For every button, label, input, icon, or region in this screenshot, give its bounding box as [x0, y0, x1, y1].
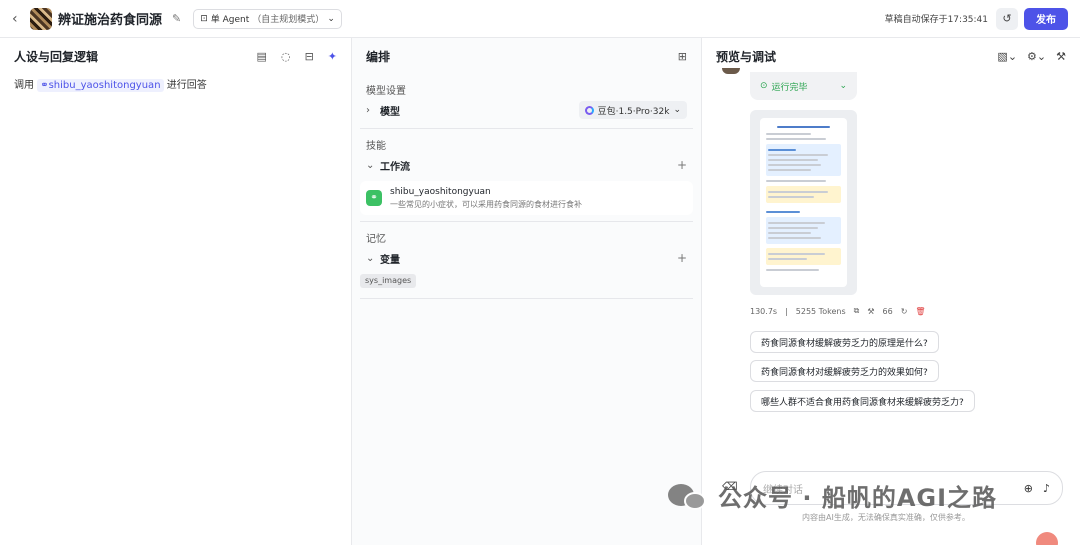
debug-log-icon[interactable]: ▧⌄ [997, 50, 1017, 63]
regenerate-icon[interactable]: ↻ [901, 307, 908, 316]
watermark-text: 公众号 · 船帆的AGI之路 [718, 484, 998, 512]
workflow-icon: ⚭ [366, 190, 382, 206]
doubao-logo-icon [584, 105, 594, 115]
stats-tokens: 5255 Tokens [795, 306, 846, 316]
prompt-library-icon[interactable]: ▤ [257, 50, 267, 63]
bot-title: 辨证施治药食同源 [58, 13, 163, 28]
layout-grid-icon[interactable]: ⊞ [678, 50, 687, 63]
chevron-down-icon: ⌄ [673, 105, 681, 115]
arrange-title: 编排 [366, 49, 391, 64]
add-workflow-button[interactable]: + [677, 158, 687, 172]
check-circle-icon: ⊙ [760, 81, 768, 91]
chevron-down-icon: ⌄ [327, 13, 335, 24]
model-label: 模型 [380, 106, 400, 118]
divider [360, 221, 693, 222]
chevron-down-icon: ⌄ [366, 252, 375, 264]
workflow-card[interactable]: ⚭ shibu_yaoshitongyuan 一些常见的小症状，可以采用药食同源… [360, 181, 693, 215]
mode-label: 单 Agent [210, 15, 250, 25]
agent-icon: ⊡ [200, 13, 208, 24]
chevron-right-icon: › [366, 104, 370, 116]
variable-row[interactable]: ⌄ 变量 + [352, 246, 701, 270]
model-section-label: 模型设置 [366, 86, 406, 97]
publish-button[interactable]: 发布 [1024, 7, 1068, 30]
back-arrow-icon[interactable]: ‹ [12, 11, 26, 27]
run-status-bubble[interactable]: ⊙ 运行完毕 ⌄ [750, 72, 857, 100]
model-select[interactable]: 豆包·1.5·Pro·32k ⌄ [578, 101, 687, 119]
stats-separator: | [785, 306, 788, 316]
workflow-ref-text: shibu_yaoshitongyuan [48, 80, 161, 91]
preview-header: 预览与调试 ▧⌄ ⚙⌄ ⚒ [702, 38, 1080, 74]
copy-icon[interactable]: ⧉ [854, 306, 860, 316]
stats-count: 66 [882, 306, 893, 316]
wrench-icon[interactable]: ⚒ [1056, 50, 1066, 63]
memory-section-label: 记忆 [366, 234, 386, 245]
mode-sub: （自主规划模式） [252, 15, 325, 25]
divider [360, 128, 693, 129]
persona-title: 人设与回复逻辑 [14, 49, 99, 64]
chevron-down-icon: ⌄ [366, 159, 375, 171]
edit-icon[interactable]: ✎ [172, 12, 181, 25]
result-image-card[interactable] [750, 110, 857, 295]
workflow-row[interactable]: ⌄ 工作流 + [352, 153, 701, 177]
result-document-thumbnail [760, 118, 847, 287]
history-icon: ↺ [1002, 12, 1012, 25]
persona-header: 人设与回复逻辑 ▤ ◌ ⊟ ✦ [0, 38, 351, 74]
persona-panel: 人设与回复逻辑 ▤ ◌ ⊟ ✦ 调用 ⚭shibu_yaoshitongyuan… [0, 38, 352, 545]
variable-chip[interactable]: sys_images [360, 274, 417, 288]
autosave-status: 草稿自动保存于17:35:41 [884, 15, 988, 25]
workflow-name: shibu_yaoshitongyuan [390, 186, 491, 197]
ai-optimize-icon[interactable]: ✦ [328, 50, 337, 63]
stats-time: 130.7s [750, 306, 778, 316]
message-stats: 130.7s | 5255 Tokens ⧉ ⚒ 66 ↻ 🗑 [750, 306, 926, 316]
agent-mode-select[interactable]: ⊡ 单 Agent （自主规划模式） ⌄ [193, 8, 342, 29]
microphone-icon[interactable]: ♪ [1043, 482, 1050, 495]
top-bar: ‹ 辨证施治药食同源 ✎ ⊡ 单 Agent （自主规划模式） ⌄ 草稿自动保存… [0, 0, 1080, 38]
workflow-label: 工作流 [380, 161, 410, 173]
model-value: 豆包·1.5·Pro·32k [597, 106, 670, 117]
workflow-reference-tag[interactable]: ⚭shibu_yaoshitongyuan [37, 79, 164, 92]
suggestion-chip[interactable]: 药食同源食材对缓解疲劳乏力的效果如何? [750, 360, 939, 382]
run-status: 运行完毕 [771, 82, 808, 93]
delete-icon[interactable]: 🗑 [915, 307, 925, 316]
wechat-icon [668, 482, 708, 510]
workflow-icon: ⚭ [40, 80, 49, 91]
workflow-desc: 一些常见的小症状，可以采用药食同源的食材进行食补 [390, 199, 582, 209]
suggestion-chip[interactable]: 哪些人群不适合食用药食同源食材来缓解疲劳乏力? [750, 390, 975, 412]
lightbulb-icon[interactable]: ◌ [281, 50, 291, 63]
debug-icon[interactable]: ⚒ [867, 307, 874, 316]
add-attachment-icon[interactable]: ⊕ [1024, 482, 1033, 495]
prompt-prefix: 调用 [14, 80, 34, 91]
variable-label: 变量 [380, 254, 400, 266]
ai-disclaimer: 内容由AI生成，无法确保真实准确，仅供参考。 [802, 513, 970, 522]
persona-prompt[interactable]: 调用 ⚭shibu_yaoshitongyuan 进行回答 [0, 74, 351, 98]
template-icon[interactable]: ⊟ [305, 50, 314, 63]
chevron-down-icon: ⌄ [839, 81, 847, 91]
divider [360, 298, 693, 299]
skills-section-label: 技能 [366, 141, 386, 152]
prompt-suffix: 进行回答 [166, 80, 207, 91]
bot-avatar [30, 7, 52, 30]
arrange-panel: 编排 ⊞ 模型设置 › 模型 豆包·1.5·Pro·32k ⌄ 技能 ⌄ 工作流… [352, 38, 702, 545]
wechat-watermark: 公众号 · 船帆的AGI之路 [668, 478, 997, 513]
preview-title: 预览与调试 [716, 49, 777, 64]
history-button[interactable]: ↺ [996, 7, 1018, 30]
model-row[interactable]: › 模型 豆包·1.5·Pro·32k ⌄ [352, 98, 701, 122]
suggestion-chip[interactable]: 药食同源食材缓解疲劳乏力的原理是什么? [750, 331, 939, 353]
add-variable-button[interactable]: + [677, 251, 687, 265]
settings-icon[interactable]: ⚙⌄ [1027, 50, 1046, 63]
arrange-header: 编排 ⊞ [352, 38, 701, 74]
preview-panel: 预览与调试 ▧⌄ ⚙⌄ ⚒ ⊙ 运行完毕 ⌄ 130.7s | 5255 Tok… [702, 38, 1080, 545]
